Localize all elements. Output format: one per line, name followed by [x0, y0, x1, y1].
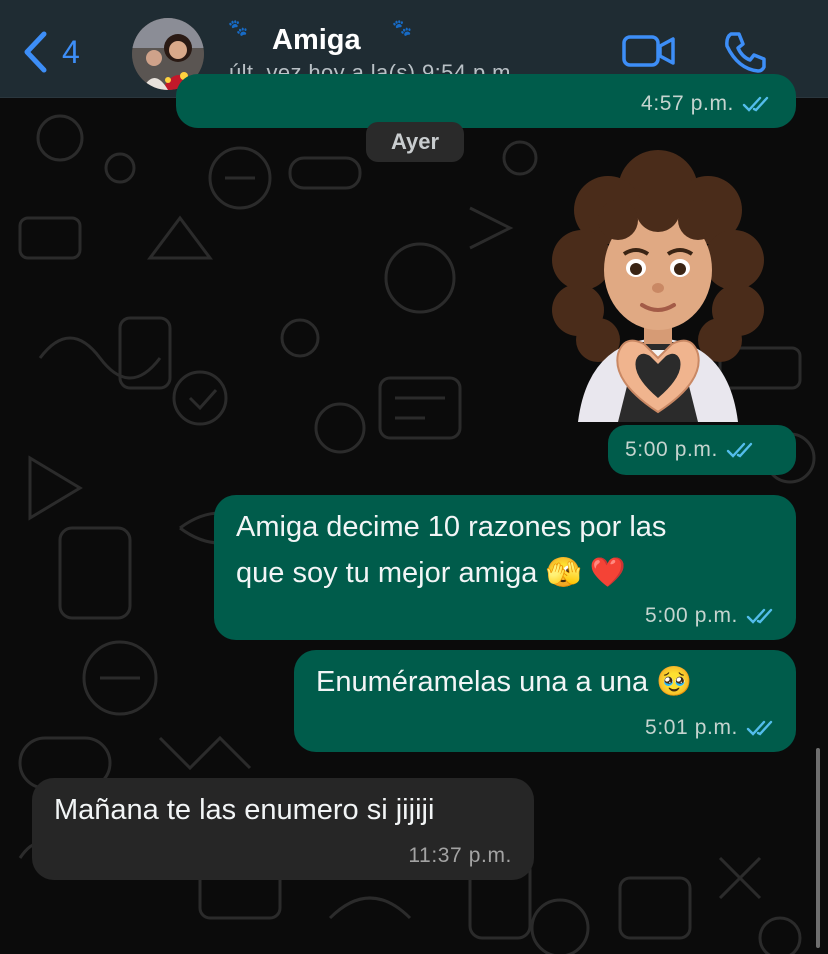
message-meta: 5:00 p.m. [625, 438, 756, 462]
message-bubble-outgoing[interactable]: Enuméramelas una a una 🥹 5:01 p.m. [294, 650, 796, 752]
video-camera-icon [622, 35, 675, 67]
unread-count: 4 [62, 33, 80, 70]
phone-icon [725, 32, 766, 73]
message-bubble-incoming[interactable]: Mañana te las enumero si jijiji 11:37 p.… [32, 778, 534, 880]
read-ticks-icon [746, 720, 773, 736]
scrollbar[interactable] [816, 748, 820, 948]
message-meta: 5:01 p.m. [645, 716, 776, 740]
back-button[interactable]: 4 [22, 30, 80, 74]
message-meta: 5:00 p.m. [645, 604, 776, 628]
message-time: 4:57 p.m. [641, 92, 734, 115]
contact-name[interactable]: Amiga [272, 24, 361, 57]
read-ticks-icon [742, 96, 769, 112]
message-text-line: que soy tu mejor amiga 🫣 ❤️ [236, 557, 626, 589]
message-list[interactable]: 4:57 p.m. Ayer 5:00 p.m. Amiga decime 10… [0, 74, 828, 954]
message-time: 5:01 p.m. [645, 716, 738, 739]
voice-call-button[interactable] [722, 30, 766, 79]
message-time: 5:00 p.m. [625, 438, 718, 461]
paw-decoration: 🐾 [392, 20, 412, 37]
message-time: 11:37 p.m. [408, 844, 512, 867]
date-separator: Ayer [366, 122, 464, 162]
paw-decoration: 🐾 [228, 20, 248, 37]
read-ticks-icon [726, 442, 753, 458]
message-bubble-outgoing[interactable]: 4:57 p.m. [176, 74, 796, 128]
message-meta: 11:37 p.m. [408, 844, 512, 868]
read-ticks-icon [746, 608, 773, 624]
chevron-left-icon [24, 31, 47, 73]
sticker-timestamp-chip: 5:00 p.m. [608, 425, 796, 475]
message-meta: 4:57 p.m. [641, 92, 772, 116]
message-text-line: Amiga decime 10 razones por las [236, 511, 667, 543]
message-time: 5:00 p.m. [645, 604, 738, 627]
message-bubble-outgoing[interactable]: Amiga decime 10 razones por las que soy … [214, 495, 796, 640]
memoji-sticker[interactable] [548, 150, 768, 422]
video-call-button[interactable] [622, 34, 676, 73]
message-text-line: Mañana te las enumero si jijiji [54, 794, 435, 826]
message-text-line: Enuméramelas una a una 🥹 [316, 666, 693, 698]
